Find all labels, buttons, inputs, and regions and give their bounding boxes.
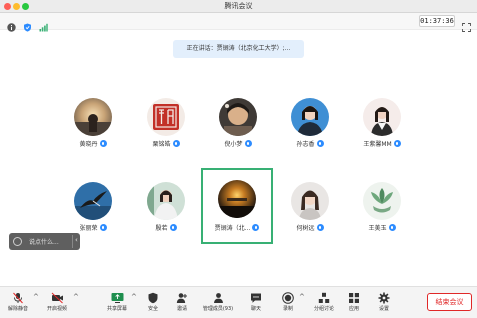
invite-button[interactable]: 邀请: [171, 292, 193, 318]
breakout-rooms-icon: [318, 292, 330, 303]
divider: [72, 235, 73, 248]
mic-muted-icon: [99, 224, 107, 231]
avatar: [147, 98, 185, 136]
participant-name: 何树远: [296, 225, 315, 232]
end-meeting-button[interactable]: 结束会议: [427, 293, 472, 311]
participant-tile[interactable]: 孙志香: [274, 96, 346, 158]
participant-name: 孙志香: [296, 141, 315, 148]
mic-muted-icon: [316, 224, 324, 231]
security-label: 安全: [147, 306, 158, 312]
apps-label: 应用: [348, 306, 359, 312]
chat-icon: [251, 293, 261, 303]
unmute-button[interactable]: 解除静音: [3, 292, 33, 318]
chat-placeholder[interactable]: 说点什么...: [29, 237, 59, 246]
video-options-caret[interactable]: ^: [73, 293, 79, 301]
avatar: [291, 98, 329, 136]
share-options-caret[interactable]: ^: [131, 293, 137, 301]
mic-muted-icon: [244, 140, 252, 147]
emoji-icon[interactable]: [13, 237, 22, 246]
meeting-toolbar: 解除静音 ^ 开启视频 ^ 共享屏幕 ^ 安全 邀请 管理成员(93) 聊天 录…: [0, 286, 477, 318]
fullscreen-icon[interactable]: [462, 17, 471, 32]
mic-muted-icon: [316, 140, 324, 147]
shield-icon: [148, 292, 158, 304]
breakout-rooms-label: 分组讨论: [313, 306, 334, 312]
participant-tile-active-speaker[interactable]: 贾锏涛（北...: [201, 168, 273, 244]
record-icon: [282, 292, 294, 304]
mic-on-icon: [252, 224, 260, 231]
collapse-chevron-icon[interactable]: ‹: [75, 236, 78, 244]
participant-tile[interactable]: 王美玉: [346, 180, 418, 242]
add-user-icon: [176, 293, 187, 303]
share-screen-label: 共享屏幕: [106, 306, 127, 312]
start-video-label: 开启视频: [46, 306, 67, 312]
avatar: [219, 98, 257, 136]
settings-label: 设置: [378, 306, 389, 312]
security-button[interactable]: 安全: [142, 292, 164, 318]
participant-name: 殷若: [155, 225, 168, 232]
mute-options-caret[interactable]: ^: [33, 293, 39, 301]
participant-tile[interactable]: 何树远: [274, 180, 346, 242]
participant-tile[interactable]: 黄晓丹: [57, 96, 129, 158]
participant-tile[interactable]: 王紫馨MM: [346, 96, 418, 158]
meeting-timer: 01:37:36: [419, 15, 455, 27]
participant-name: 黄晓丹: [79, 141, 98, 148]
participant-name: 贾锏涛（北...: [214, 225, 251, 232]
mic-muted-icon: [393, 140, 401, 147]
gear-icon: [378, 292, 390, 304]
avatar: [218, 180, 256, 218]
participant-tile[interactable]: 倪小梦: [202, 96, 274, 158]
mic-muted-icon: [99, 140, 107, 147]
quick-chat-input[interactable]: 说点什么... ‹: [9, 233, 80, 250]
participant-tile[interactable]: 殷若: [130, 180, 202, 242]
breakout-rooms-button[interactable]: 分组讨论: [310, 292, 338, 318]
settings-button[interactable]: 设置: [373, 292, 395, 318]
avatar: [291, 182, 329, 220]
members-icon: [213, 293, 223, 303]
manage-members-button[interactable]: 管理成员(93): [199, 292, 237, 318]
share-screen-icon: [111, 293, 123, 303]
avatar: [74, 98, 112, 136]
record-button[interactable]: 录制: [277, 292, 299, 318]
participant-name: 王美玉: [368, 225, 387, 232]
manage-members-label: 管理成员(93): [202, 306, 234, 312]
chat-label: 聊天: [250, 306, 261, 312]
title-bar: 腾讯会议: [0, 0, 477, 13]
mic-muted-icon: [169, 224, 177, 231]
video-off-icon: [51, 292, 63, 304]
apps-icon: [349, 293, 359, 303]
participant-name: 王紫馨MM: [363, 141, 392, 148]
mic-muted-icon: [388, 224, 396, 231]
participant-name: 倪小梦: [224, 141, 243, 148]
shield-icon[interactable]: [23, 17, 32, 32]
avatar: [363, 182, 401, 220]
avatar: [74, 182, 112, 220]
participant-name: 张丽荣: [79, 225, 98, 232]
invite-label: 邀请: [176, 306, 187, 312]
apps-button[interactable]: 应用: [343, 292, 365, 318]
record-options-caret[interactable]: ^: [299, 293, 305, 301]
top-bar: 01:37:36: [0, 13, 477, 32]
share-screen-button[interactable]: 共享屏幕: [104, 292, 130, 318]
unmute-label: 解除静音: [7, 306, 28, 312]
record-label: 录制: [282, 306, 293, 312]
chat-button[interactable]: 聊天: [245, 292, 267, 318]
start-video-button[interactable]: 开启视频: [42, 292, 72, 318]
mic-off-icon: [13, 292, 23, 304]
active-speaker-banner: 正在讲话：贾锏涛（北京化工大学）;...: [173, 40, 304, 58]
window-title: 腾讯会议: [224, 2, 253, 10]
avatar: [363, 98, 401, 136]
participant-name: 栗铭皓: [152, 141, 171, 148]
signal-icon[interactable]: [39, 17, 48, 32]
participant-tile[interactable]: 栗铭皓: [130, 96, 202, 158]
info-icon[interactable]: [7, 17, 16, 32]
avatar: [147, 182, 185, 220]
mic-muted-icon: [172, 140, 180, 147]
